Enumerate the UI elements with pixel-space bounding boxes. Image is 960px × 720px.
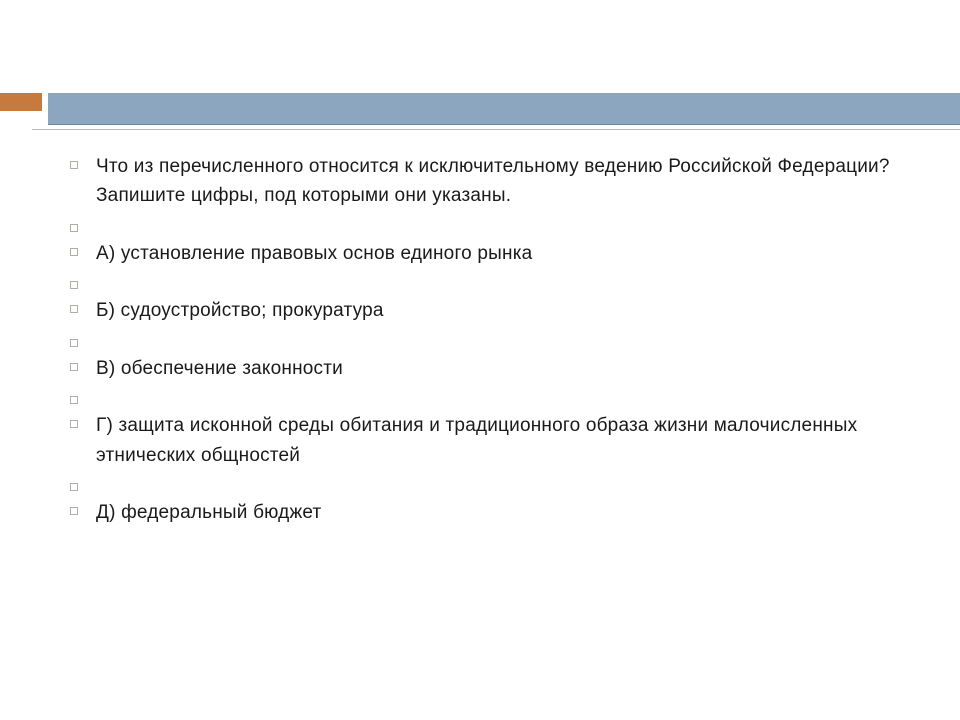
list-item (70, 387, 900, 407)
bullet-icon (70, 339, 78, 347)
bullet-icon (70, 224, 78, 232)
list-item (70, 272, 900, 292)
list-item: Д) федеральный бюджет (70, 498, 900, 527)
bullet-icon (70, 161, 78, 169)
list-item (70, 330, 900, 350)
list-item (70, 215, 900, 235)
item-text: В) обеспечение законности (96, 354, 343, 383)
bullet-icon (70, 305, 78, 313)
item-text: Что из перечисленного относится к исключ… (96, 152, 900, 211)
accent-bar (0, 93, 42, 111)
bullet-icon (70, 281, 78, 289)
bullet-icon (70, 507, 78, 515)
list-item: В) обеспечение законности (70, 354, 900, 383)
bullet-icon (70, 248, 78, 256)
bullet-icon (70, 363, 78, 371)
content-area: Что из перечисленного относится к исключ… (70, 152, 900, 532)
slide-header-band (0, 93, 960, 127)
list-item (70, 474, 900, 494)
list-item: Что из перечисленного относится к исключ… (70, 152, 900, 211)
list-item: Г) защита исконной среды обитания и трад… (70, 411, 900, 470)
item-text: Г) защита исконной среды обитания и трад… (96, 411, 900, 470)
main-bar (48, 93, 960, 125)
item-text: Д) федеральный бюджет (96, 498, 321, 527)
bullet-icon (70, 483, 78, 491)
bullet-icon (70, 396, 78, 404)
item-text: Б) судоустройство; прокуратура (96, 296, 384, 325)
divider (32, 129, 960, 130)
item-text: А) установление правовых основ единого р… (96, 239, 532, 268)
list-item: А) установление правовых основ единого р… (70, 239, 900, 268)
list-item: Б) судоустройство; прокуратура (70, 296, 900, 325)
bullet-icon (70, 420, 78, 428)
